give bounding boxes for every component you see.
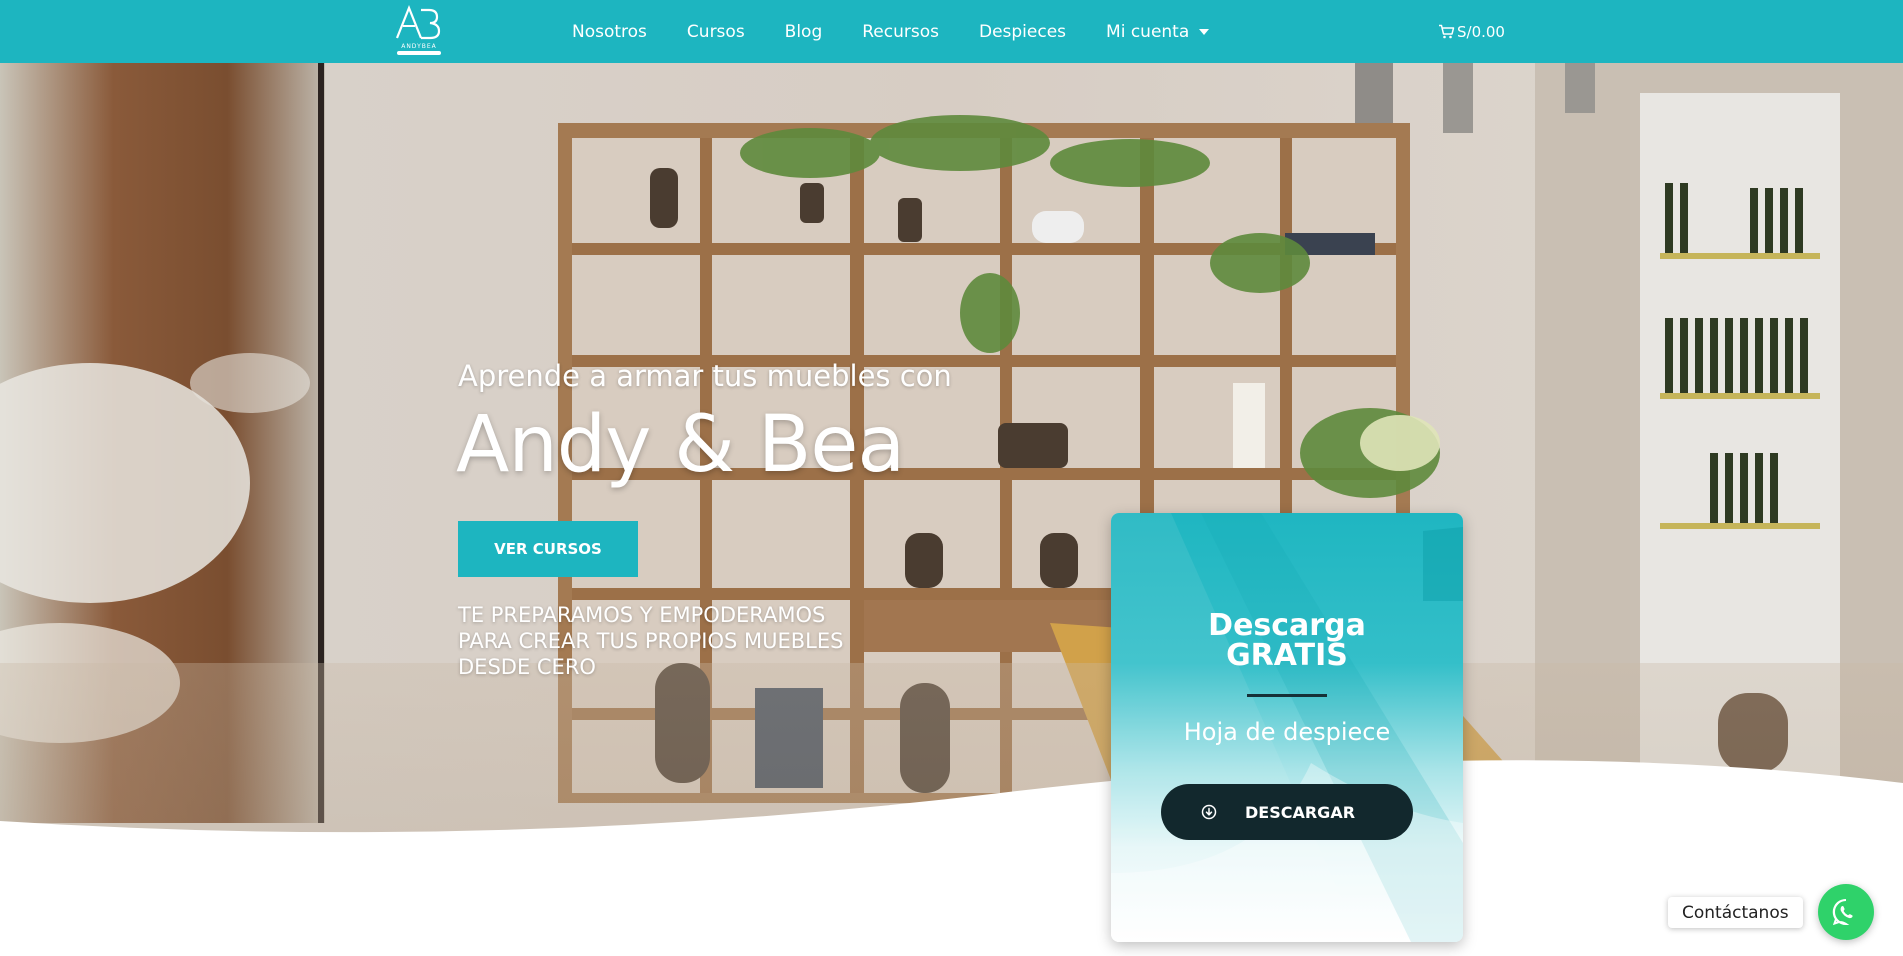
hero-wave-divider (0, 760, 1903, 853)
descargar-button[interactable]: DESCARGAR (1161, 784, 1413, 840)
card-title-line: GRATIS (1226, 638, 1348, 673)
cart-icon (1439, 24, 1455, 39)
download-circle-icon (1201, 804, 1217, 820)
hero-title: Andy & Bea (456, 400, 905, 490)
hero-tagline: TE PREPARAMOS Y EMPODERAMOS PARA CREAR T… (458, 602, 878, 680)
tagline-line: TE PREPARAMOS Y EMPODERAMOS (458, 603, 826, 627)
tagline-line: DESDE CERO (458, 655, 596, 679)
nav-item-recursos[interactable]: Recursos (862, 22, 939, 42)
tagline-line: PARA CREAR TUS PROPIOS MUEBLES (458, 629, 844, 653)
nav-label: Cursos (686, 21, 745, 42)
descargar-label: DESCARGAR (1245, 802, 1356, 822)
chevron-down-icon (1199, 28, 1210, 35)
download-card: Descarga GRATIS Hoja de despiece DESCARG… (1111, 513, 1463, 942)
nav-label: Recursos (862, 21, 939, 42)
logo-caption: ANDYBEA (401, 43, 437, 50)
hero-section: Aprende a armar tus muebles con Andy & B… (0, 63, 1903, 853)
card-subtitle: Hoja de despiece (1183, 718, 1391, 746)
cart-total: S/0.00 (1457, 22, 1505, 41)
card-title: Descarga GRATIS (1111, 611, 1463, 671)
card-title-line: Descarga (1208, 608, 1366, 643)
ver-cursos-button[interactable]: VER CURSOS (458, 521, 638, 577)
nav-label: Blog (784, 21, 823, 42)
hero-subtitle: Aprende a armar tus muebles con (458, 359, 952, 393)
cart-link[interactable]: S/0.00 (1438, 0, 1505, 63)
nav-label: Mi cuenta (1106, 21, 1190, 42)
page: ANDYBEA Nosotros Cursos Blog Recursos De… (0, 0, 1903, 956)
whatsapp-button[interactable] (1818, 884, 1874, 940)
nav-item-cursos[interactable]: Cursos (687, 22, 745, 42)
contact-label[interactable]: Contáctanos (1668, 897, 1803, 928)
card-divider (1247, 694, 1327, 697)
whatsapp-icon (1832, 898, 1853, 926)
nav-item-despieces[interactable]: Despieces (979, 22, 1066, 42)
nav-item-nosotros[interactable]: Nosotros (572, 22, 647, 42)
site-logo[interactable]: ANDYBEA (393, 2, 445, 58)
nav-label: Despieces (978, 21, 1067, 42)
nav-item-mi-cuenta[interactable]: Mi cuenta (1106, 21, 1210, 42)
site-header: ANDYBEA Nosotros Cursos Blog Recursos De… (0, 0, 1903, 63)
nav-label: Nosotros (572, 21, 647, 42)
main-nav: Nosotros Cursos Blog Recursos Despieces … (572, 0, 1249, 63)
nav-item-blog[interactable]: Blog (785, 22, 823, 42)
